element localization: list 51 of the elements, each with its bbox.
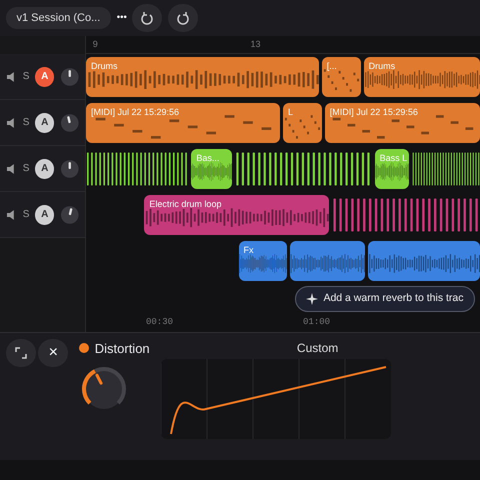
audio-clip[interactable] bbox=[368, 241, 480, 281]
time-mark: 00:30 bbox=[146, 316, 174, 330]
session-title[interactable]: v1 Session (Co... bbox=[6, 7, 112, 29]
clip-label: Fx bbox=[244, 244, 254, 257]
clip-label: Electric drum loop bbox=[149, 198, 222, 211]
undo-icon bbox=[140, 11, 154, 25]
clip-label: [... bbox=[326, 60, 337, 73]
solo-label[interactable]: S bbox=[22, 69, 30, 84]
pan-knob bbox=[60, 204, 80, 224]
clip-label: Bas... bbox=[196, 152, 220, 165]
midi-clip[interactable]: [MIDI] Jul 22 15:29:56 bbox=[324, 103, 480, 143]
audio-clip[interactable]: Electric drum loop bbox=[144, 195, 330, 235]
sparkle-icon bbox=[306, 293, 318, 305]
midi-clip[interactable]: L bbox=[283, 103, 322, 143]
ruler-mark: 9 bbox=[92, 38, 98, 51]
effect-name: Distortion bbox=[94, 340, 150, 358]
audio-clip[interactable]: Fx bbox=[238, 241, 288, 281]
expand-icon bbox=[14, 346, 26, 358]
solo-label[interactable]: S bbox=[22, 161, 30, 176]
clip-label: Drums bbox=[91, 60, 118, 73]
clip-label: Drums bbox=[368, 60, 396, 73]
solo-label[interactable]: S bbox=[22, 207, 30, 222]
midi-clip[interactable]: [... bbox=[322, 57, 361, 97]
redo-button[interactable] bbox=[168, 4, 198, 32]
pan-knob bbox=[60, 158, 80, 178]
time-mark: 01:00 bbox=[303, 316, 330, 330]
expand-button[interactable] bbox=[6, 338, 36, 366]
pan-knob bbox=[60, 66, 80, 86]
arm-button[interactable]: A bbox=[34, 112, 54, 132]
close-button[interactable]: × bbox=[38, 338, 68, 366]
audio-clip[interactable]: Drums bbox=[364, 57, 480, 97]
clip-label: Bass L bbox=[380, 152, 408, 165]
assistant-prompt[interactable]: Add a warm reverb to this trac bbox=[294, 286, 474, 312]
clip-label: [MIDI] Jul 22 15:29:56 bbox=[91, 106, 180, 119]
enabled-dot[interactable] bbox=[79, 343, 90, 354]
solo-label[interactable]: S bbox=[22, 115, 30, 130]
arm-button[interactable]: A bbox=[34, 66, 54, 86]
preset-label[interactable]: Custom bbox=[296, 338, 338, 356]
ruler-mark: 13 bbox=[250, 38, 261, 51]
audio-clip[interactable] bbox=[290, 241, 365, 281]
redo-icon bbox=[176, 11, 190, 25]
more-button[interactable]: ••• bbox=[116, 10, 127, 26]
arm-button[interactable]: A bbox=[34, 204, 54, 224]
undo-button[interactable] bbox=[132, 4, 162, 32]
pan-knob bbox=[60, 112, 80, 132]
clip-label: [MIDI] Jul 22 15:29:56 bbox=[330, 106, 418, 119]
arm-button[interactable]: A bbox=[34, 158, 54, 178]
clip-label: L bbox=[288, 106, 294, 119]
audio-clip[interactable]: Drums bbox=[86, 57, 319, 97]
drive-knob[interactable] bbox=[82, 366, 126, 404]
midi-clip[interactable]: [MIDI] Jul 22 15:29:56 bbox=[86, 103, 280, 143]
